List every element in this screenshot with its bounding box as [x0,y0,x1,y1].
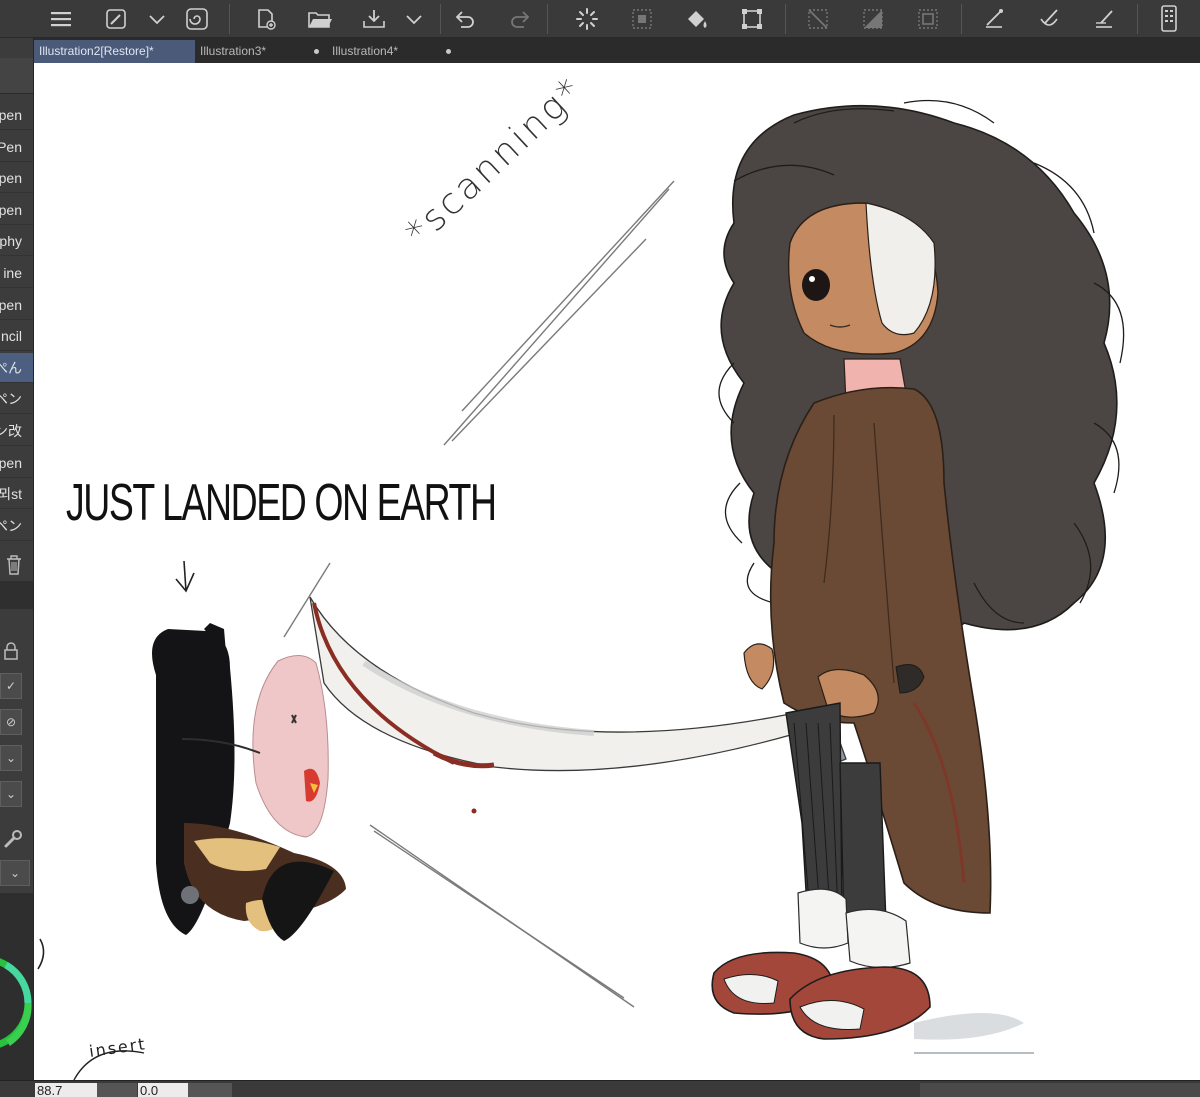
slash-toggle[interactable]: ⊘ [0,709,22,735]
checkbox-control[interactable]: ✓ [0,673,22,699]
sub-tool-item[interactable]: 뫼st [0,479,33,510]
plush-toy [152,623,346,941]
dropdown-chevron-icon[interactable]: ⌄ [0,781,22,807]
sub-tool-label: pen [0,296,22,313]
dropdown-chevron-icon[interactable]: ⌄ [0,745,22,771]
clip-studio-window: Illustration2[Restore]* Illustration3* I… [0,0,1200,1097]
sub-tool-label: 뫼st [0,486,22,503]
sub-tool-label: ン改 [0,423,22,439]
sub-tool-item[interactable]: ncil [0,321,33,352]
sketch-arc [37,938,45,970]
toolbar-separator [229,4,230,34]
dropdown-chevron-icon[interactable]: ⌄ [0,860,30,886]
ruler-line-icon[interactable] [978,3,1010,35]
panel-header [0,58,33,94]
sub-tool-item[interactable]: ペン [0,511,33,541]
fill-icon[interactable] [681,3,713,35]
sub-tool-item[interactable]: phy [0,226,33,257]
menu-icon[interactable] [45,3,77,35]
toolbar-separator [961,4,962,34]
sub-tool-label: ぺん [0,359,22,376]
document-tab-bar: Illustration2[Restore]* Illustration3* I… [34,38,1200,63]
invert-selection-icon[interactable] [857,3,889,35]
sub-tool-item[interactable]: pen [0,163,33,194]
undo-icon[interactable] [449,3,481,35]
status-bar: 88.7 0.0 [0,1080,1200,1097]
sub-tool-item[interactable]: ine [0,258,33,288]
trash-icon[interactable] [4,553,24,577]
sub-tool-label: pen [0,170,22,187]
tab-illustration3[interactable]: Illustration3* [195,40,327,63]
horizontal-scrollbar[interactable] [920,1083,1200,1097]
chevron-down-icon[interactable] [141,3,173,35]
transform-icon[interactable] [736,3,768,35]
new-document-icon[interactable] [250,3,282,35]
character [711,99,1125,1054]
angle-field[interactable]: 0.0 [138,1083,188,1097]
hide-selection-icon[interactable] [802,3,834,35]
toolbar-separator [785,4,786,34]
sub-tool-item[interactable]: ン改 [0,416,33,446]
drawing-canvas[interactable]: JUST LANDED ON EARTH *scanning* insert [34,63,1200,1080]
panel-divider [0,581,33,609]
sub-tool-label: ncil [0,328,22,345]
sub-tool-label: pen [0,107,22,123]
save-icon[interactable] [358,3,390,35]
sub-tool-item[interactable]: pen [0,290,33,320]
tab-label: Illustration2[Restore]* [39,44,154,58]
zoom-field[interactable]: 88.7 [35,1083,97,1097]
tab-label: Illustration3* [200,44,267,58]
caption-text: JUST LANDED ON EARTH [66,474,497,532]
smartphone-icon[interactable] [1153,3,1185,35]
sub-tool-label: Pen [0,138,22,155]
ruler-curve-icon[interactable] [1033,3,1065,35]
sword [309,596,847,814]
clear-selection-icon[interactable] [626,3,658,35]
sub-tool-item[interactable]: pen [0,195,33,225]
spiral-icon[interactable] [181,3,213,35]
toolbar-separator [440,4,441,34]
tab-illustration4[interactable]: Illustration4* [327,40,459,63]
sub-tool-panel: penPenpenpenphyinepenncilぺんペンン改pen뫼stペン … [0,38,34,1097]
sub-tool-label: ペン [0,391,22,408]
tab-close-icon[interactable] [446,49,451,54]
sub-tool-item[interactable]: pen [0,100,33,130]
tab-label: Illustration4* [332,44,399,58]
top-toolbar [0,0,1200,38]
lock-icon[interactable] [2,641,20,661]
sub-tool-label: ペン [0,517,22,534]
loading-spinner-icon[interactable] [571,3,603,35]
sub-tool-label: phy [0,233,22,250]
tab-close-icon[interactable] [314,49,319,54]
redo-icon[interactable] [504,3,536,35]
wrench-icon[interactable] [2,828,24,850]
canvas-artwork [37,99,1125,1080]
brush-settings-icon[interactable] [100,3,132,35]
angle-stepper[interactable] [188,1083,232,1097]
down-arrow [175,560,195,593]
open-folder-icon[interactable] [304,3,336,35]
sub-tool-label: ine [3,265,22,281]
tab-illustration2[interactable]: Illustration2[Restore]* [34,40,195,63]
ruler-perspective-icon[interactable] [1088,3,1120,35]
sub-tool-item[interactable]: pen [0,448,33,478]
toolbar-separator [1137,4,1138,34]
zoom-stepper[interactable] [97,1083,137,1097]
chevron-down-icon[interactable] [398,3,430,35]
sub-tool-item[interactable]: Pen [0,132,33,162]
sub-tool-item[interactable]: ペン [0,384,33,415]
border-selection-icon[interactable] [912,3,944,35]
color-wheel-panel [0,893,33,1097]
sub-tool-label: pen [0,454,22,471]
toolbar-separator [547,4,548,34]
sub-tool-item[interactable]: ぺん [0,352,33,383]
sub-tool-label: pen [0,201,22,218]
